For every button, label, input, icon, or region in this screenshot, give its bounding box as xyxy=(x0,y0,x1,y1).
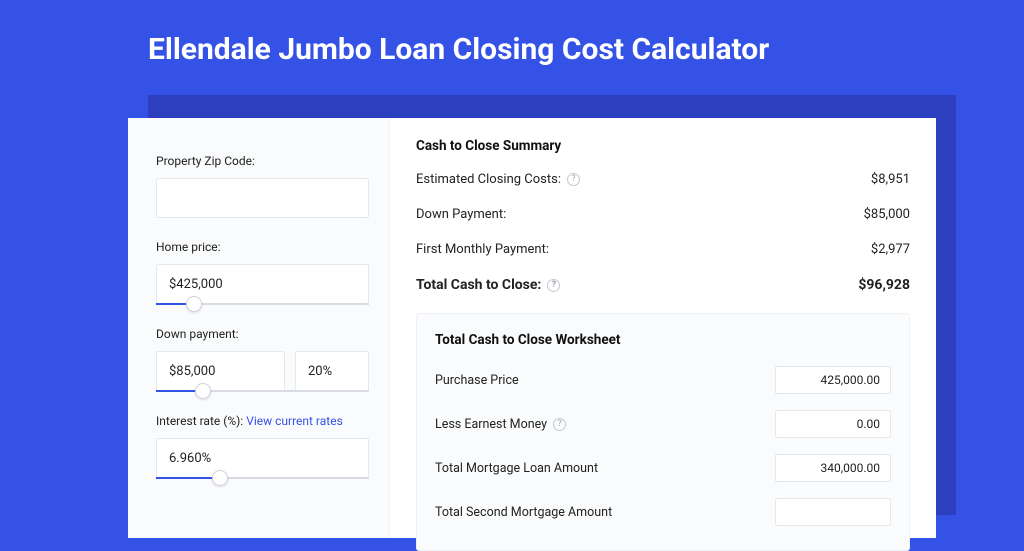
help-icon[interactable]: ? xyxy=(567,173,580,186)
help-icon[interactable]: ? xyxy=(547,279,560,292)
help-icon[interactable]: ? xyxy=(553,418,566,431)
rate-slider[interactable] xyxy=(156,477,369,479)
results-panel: Cash to Close Summary Estimated Closing … xyxy=(390,118,936,538)
page-title: Ellendale Jumbo Loan Closing Cost Calcul… xyxy=(0,0,1024,85)
rate-input[interactable] xyxy=(156,438,369,478)
down-label: Down payment: xyxy=(156,327,369,341)
worksheet-row-input[interactable] xyxy=(775,366,891,394)
inputs-panel: Property Zip Code: Home price: Down paym… xyxy=(128,118,390,538)
summary-total-value: $96,928 xyxy=(858,277,910,293)
worksheet-card: Total Cash to Close Worksheet Purchase P… xyxy=(416,313,910,551)
zip-field-group: Property Zip Code: xyxy=(156,154,369,218)
down-percent-input[interactable] xyxy=(295,351,369,391)
worksheet-row-input[interactable] xyxy=(775,410,891,438)
summary-row-first-payment: First Monthly Payment: $2,977 xyxy=(416,242,910,257)
worksheet-title: Total Cash to Close Worksheet xyxy=(435,332,891,348)
worksheet-row-purchase-price: Purchase Price xyxy=(435,366,891,394)
worksheet-row-mortgage-amount: Total Mortgage Loan Amount xyxy=(435,454,891,482)
rate-slider-thumb[interactable] xyxy=(212,470,228,486)
summary-row-closing-costs: Estimated Closing Costs: ? $8,951 xyxy=(416,172,910,187)
view-rates-link[interactable]: View current rates xyxy=(246,414,343,428)
summary-label: Estimated Closing Costs: xyxy=(416,172,561,187)
worksheet-row-earnest-money: Less Earnest Money ? xyxy=(435,410,891,438)
summary-row-down-payment: Down Payment: $85,000 xyxy=(416,207,910,222)
price-slider[interactable] xyxy=(156,303,369,305)
rate-field-group: Interest rate (%): View current rates xyxy=(156,414,369,479)
summary-label: Down Payment: xyxy=(416,207,506,222)
price-label: Home price: xyxy=(156,240,369,254)
price-field-group: Home price: xyxy=(156,240,369,305)
down-amount-input[interactable] xyxy=(156,351,285,391)
worksheet-row-second-mortgage: Total Second Mortgage Amount xyxy=(435,498,891,526)
rate-label-row: Interest rate (%): View current rates xyxy=(156,414,369,428)
worksheet-row-input[interactable] xyxy=(775,454,891,482)
down-field-group: Down payment: xyxy=(156,327,369,392)
summary-total-label: Total Cash to Close: xyxy=(416,277,541,293)
price-slider-thumb[interactable] xyxy=(186,296,202,312)
summary-title: Cash to Close Summary xyxy=(416,138,910,154)
summary-value: $2,977 xyxy=(871,242,910,257)
down-slider[interactable] xyxy=(156,390,369,392)
summary-row-total: Total Cash to Close: ? $96,928 xyxy=(416,277,910,293)
rate-slider-fill xyxy=(156,477,220,479)
summary-value: $85,000 xyxy=(864,207,910,222)
zip-label: Property Zip Code: xyxy=(156,154,369,168)
zip-input[interactable] xyxy=(156,178,369,218)
worksheet-row-label: Purchase Price xyxy=(435,373,519,388)
summary-label: First Monthly Payment: xyxy=(416,242,549,257)
rate-label: Interest rate (%): xyxy=(156,414,243,428)
worksheet-row-input[interactable] xyxy=(775,498,891,526)
worksheet-row-label: Total Mortgage Loan Amount xyxy=(435,461,598,476)
worksheet-row-label: Less Earnest Money xyxy=(435,417,547,432)
summary-value: $8,951 xyxy=(871,172,910,187)
down-slider-thumb[interactable] xyxy=(195,383,211,399)
worksheet-row-label: Total Second Mortgage Amount xyxy=(435,505,612,520)
calculator-card: Property Zip Code: Home price: Down paym… xyxy=(128,118,936,538)
